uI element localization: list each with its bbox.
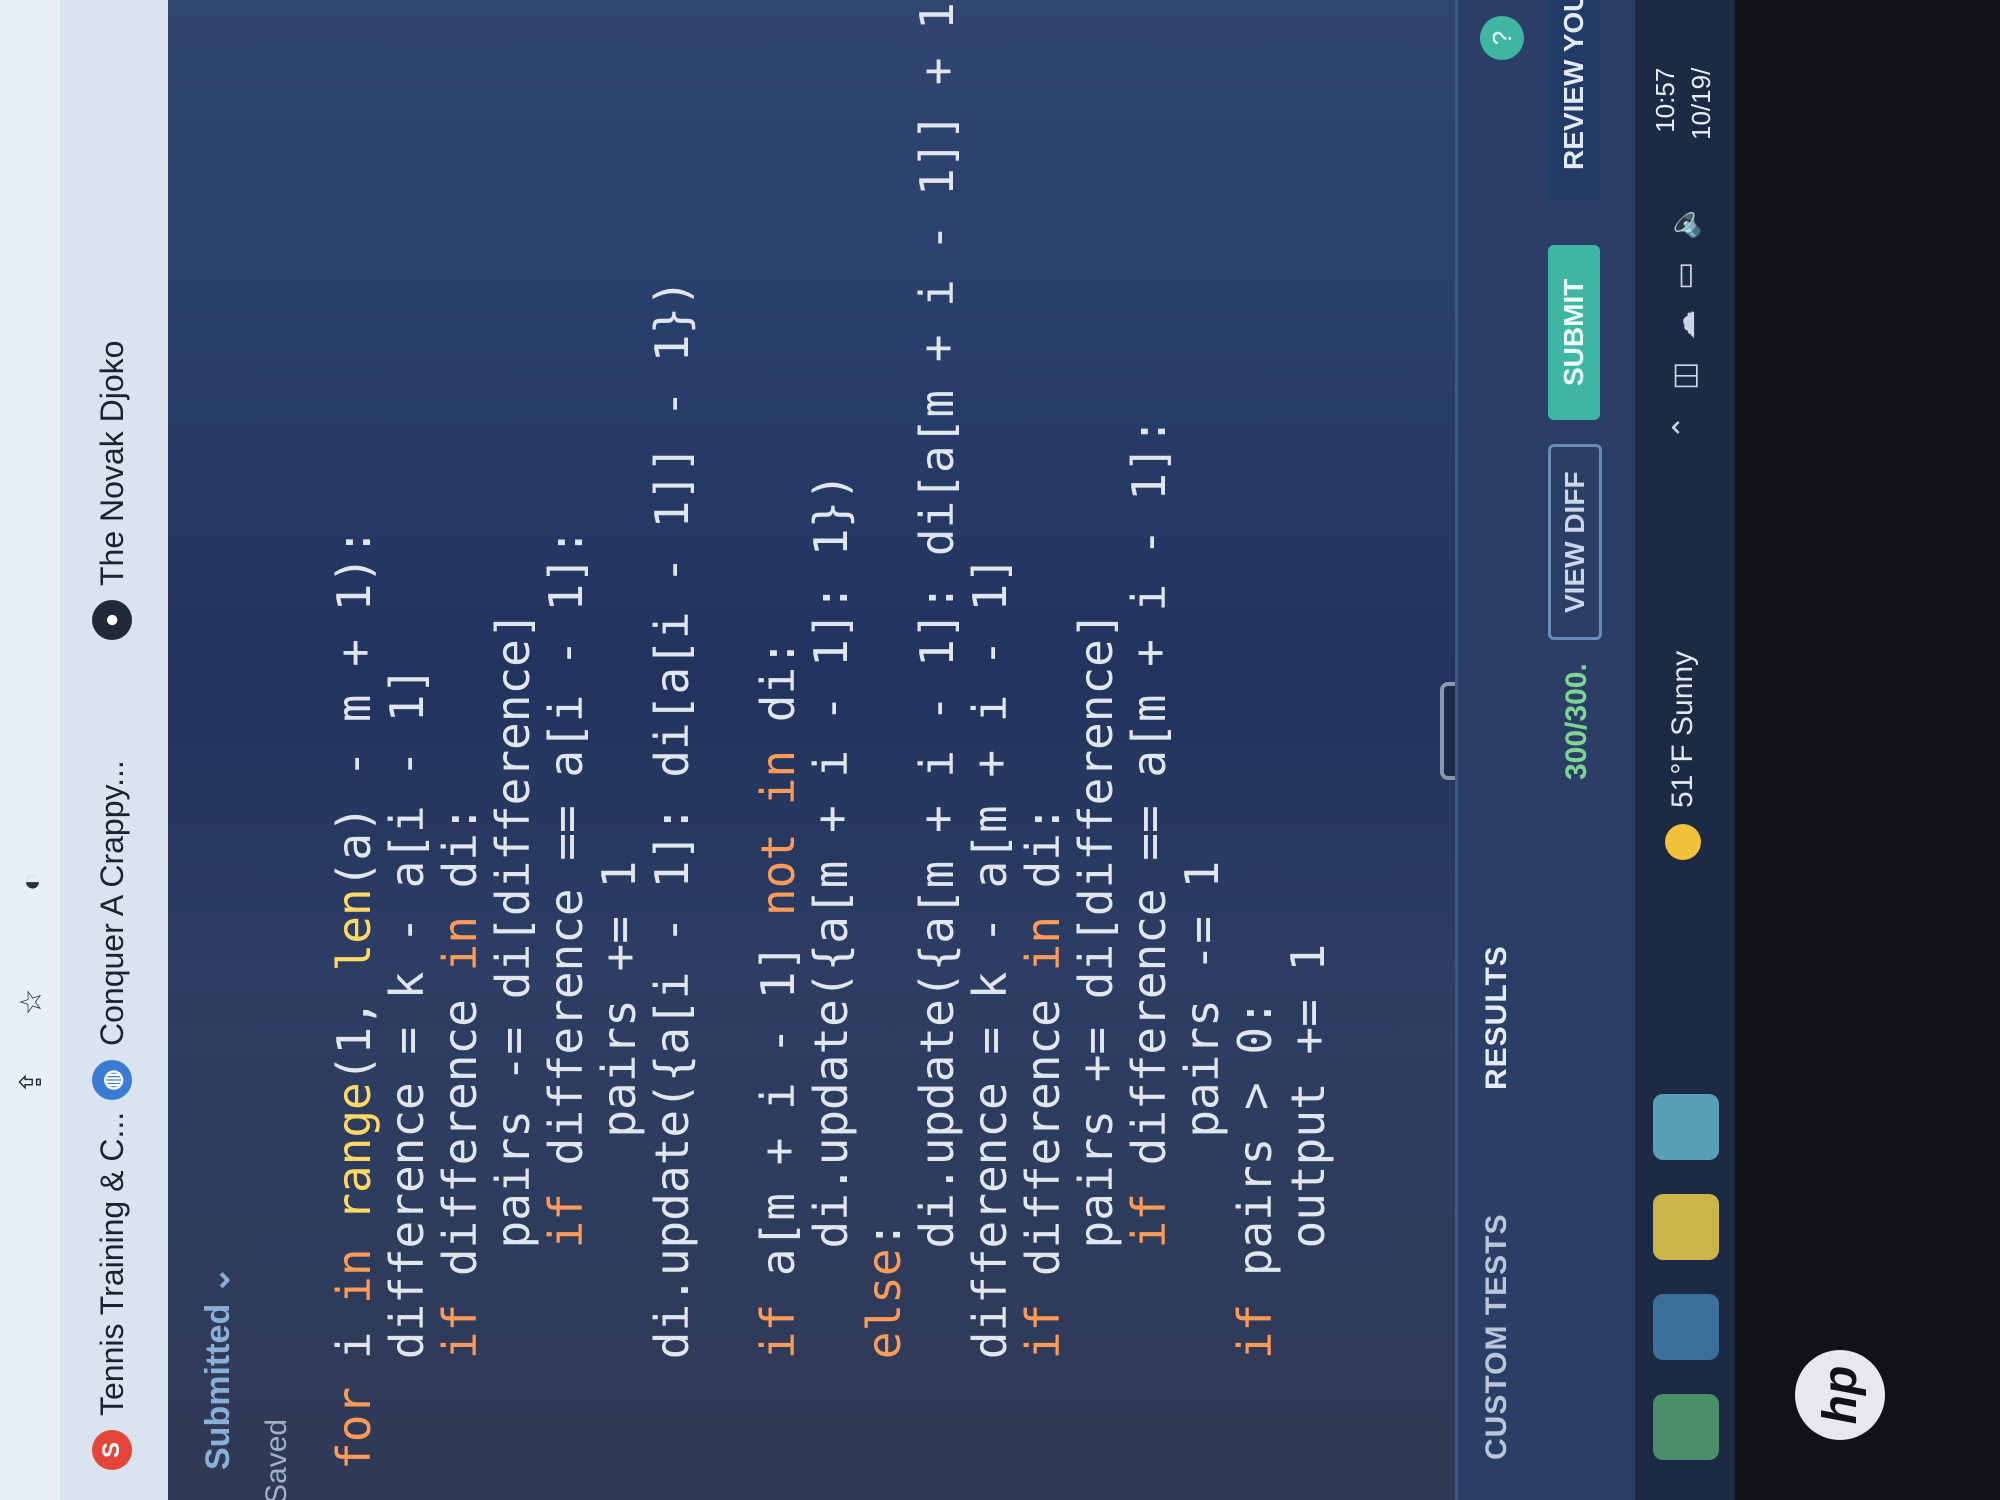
clock-time: 10:57 bbox=[1650, 67, 1680, 133]
code-line[interactable]: di.update({a[m + i - 1]: 1}) bbox=[804, 30, 858, 1470]
code-line[interactable]: pairs -= 1 bbox=[1175, 30, 1229, 1470]
code-line[interactable]: difference = k - a[m + i - 1] bbox=[963, 30, 1017, 1470]
bookmark-dark-icon: ● bbox=[92, 600, 132, 640]
keyboard-icon[interactable]: ▭ bbox=[1665, 262, 1705, 290]
share-icon[interactable]: ⇪ bbox=[14, 1064, 50, 1100]
chevron-up-icon[interactable]: ⌃ bbox=[1665, 415, 1705, 440]
code-line[interactable]: pairs += di[difference] bbox=[1069, 30, 1123, 1470]
bookmark-label: Conquer A Crappy... bbox=[93, 760, 130, 1046]
bookmarks-bar: ⇪ ☆ ◐ S Tennis Training & C... ◍ Conquer… bbox=[0, 0, 168, 1500]
editor-status-row: Submitted ⌄ Saved bbox=[168, 0, 308, 1500]
score-text: 300/300. bbox=[1560, 663, 1593, 780]
windows-taskbar: 51°F Sunny ⌃ ◫ ☁ ▭ 🔈 10:57 10/19/ bbox=[1635, 0, 1735, 1500]
bookmark-label: The Novak Djoko bbox=[93, 340, 130, 586]
code-line[interactable]: difference = k - a[i - 1] bbox=[380, 30, 434, 1470]
photo-stage: ⇪ ☆ ◐ S Tennis Training & C... ◍ Conquer… bbox=[0, 0, 2000, 1500]
chevron-down-icon: ⌄ bbox=[199, 1265, 237, 1295]
code-line[interactable]: if pairs > 0: bbox=[1228, 30, 1282, 1470]
cloud-icon[interactable]: ☁ bbox=[1665, 310, 1705, 340]
review-button[interactable]: REVIEW YOUR A bbox=[1548, 0, 1600, 200]
tab-custom-tests[interactable]: CUSTOM TESTS bbox=[1480, 1214, 1514, 1460]
code-line[interactable]: if difference == a[i - 1]: bbox=[539, 30, 593, 1470]
bookmark-conquer-crappy[interactable]: ◍ Conquer A Crappy... bbox=[84, 760, 140, 1100]
code-line[interactable]: if difference in di: bbox=[1016, 30, 1070, 1470]
code-line[interactable]: output += 1 bbox=[1281, 30, 1335, 1470]
taskbar-app-icon[interactable] bbox=[1653, 1094, 1719, 1160]
clock-date: 10/19/ bbox=[1686, 67, 1716, 140]
s-logo-icon: S bbox=[92, 1430, 132, 1470]
volume-icon[interactable]: 🔈 bbox=[1665, 203, 1705, 240]
view-diff-button[interactable]: VIEW DIFF bbox=[1548, 444, 1602, 640]
code-line[interactable]: if difference == a[m + i - 1]: bbox=[1122, 30, 1176, 1470]
system-clock[interactable]: 10:57 10/19/ bbox=[1647, 68, 1719, 140]
taskbar-app-icon[interactable] bbox=[1653, 1294, 1719, 1360]
bookmark-tennis-training[interactable]: S Tennis Training & C... bbox=[84, 1112, 140, 1470]
camera-icon[interactable]: ◫ bbox=[1665, 362, 1705, 390]
saved-status: Saved bbox=[260, 1418, 293, 1500]
submit-button[interactable]: SUBMIT bbox=[1548, 244, 1600, 420]
taskbar-app-icon[interactable] bbox=[1653, 1394, 1719, 1460]
submitted-label: Submitted bbox=[199, 1303, 237, 1470]
code-line[interactable]: pairs -= di[difference] bbox=[486, 30, 540, 1470]
code-area[interactable]: for i in range(1, len(a) - m + 1): diffe… bbox=[327, 0, 1335, 1470]
bookmark-novak-djokovic[interactable]: ● The Novak Djoko bbox=[84, 341, 140, 640]
code-line[interactable]: di.update({a[i - 1]: di[a[i - 1]] - 1}) bbox=[645, 30, 699, 1470]
bookmark-label: Tennis Training & C... bbox=[93, 1111, 130, 1416]
submitted-dropdown[interactable]: Submitted ⌄ bbox=[198, 1266, 238, 1470]
code-line[interactable]: pairs += 1 bbox=[592, 30, 646, 1470]
code-line[interactable]: for i in range(1, len(a) - m + 1): bbox=[327, 30, 381, 1470]
bookmark-globe-icon: ◍ bbox=[92, 1060, 132, 1100]
laptop-screen: ⇪ ☆ ◐ S Tennis Training & C... ◍ Conquer… bbox=[0, 0, 2000, 1500]
folder-icon[interactable] bbox=[1653, 1194, 1719, 1260]
hp-logo: hp bbox=[1795, 1350, 1885, 1440]
extension-icon[interactable]: ◐ bbox=[14, 864, 50, 900]
weather-widget[interactable]: 51°F Sunny bbox=[1665, 651, 1701, 860]
code-line[interactable]: if a[m + i - 1] not in di: bbox=[751, 30, 805, 1470]
laptop-bezel: hp bbox=[1735, 0, 2000, 1500]
sun-icon bbox=[1665, 824, 1701, 860]
browser-toolbar: ⇪ ☆ ◐ bbox=[0, 0, 60, 1500]
star-icon[interactable]: ☆ bbox=[14, 984, 50, 1020]
weather-text: 51°F Sunny bbox=[1666, 650, 1699, 808]
code-line[interactable]: di.update({a[m + i - 1]: di[a[m + i - 1]… bbox=[910, 0, 964, 1470]
code-line[interactable] bbox=[699, 30, 752, 1470]
code-line[interactable]: if difference in di: bbox=[433, 30, 487, 1470]
tab-results[interactable]: RESULTS bbox=[1480, 945, 1514, 1090]
code-line[interactable]: else: bbox=[857, 30, 911, 1470]
help-icon[interactable]: ? bbox=[1480, 16, 1524, 60]
